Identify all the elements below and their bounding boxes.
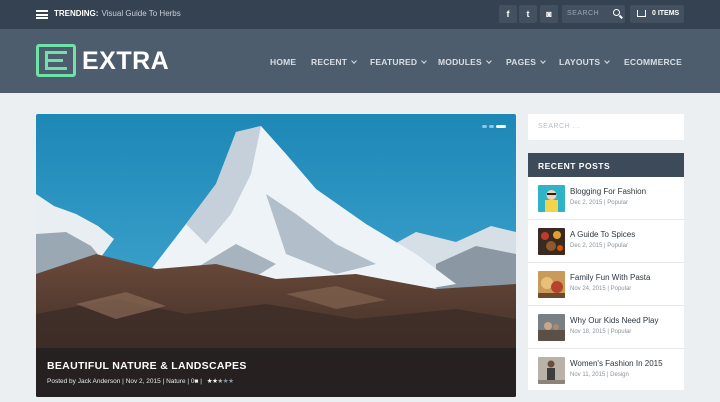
chevron-down-icon (421, 58, 428, 64)
hero-author-link[interactable]: Jack Anderson (78, 378, 121, 385)
list-item[interactable]: Women's Fashion In 2015 Nov 11, 2015 | D… (528, 349, 684, 392)
nav-label: ECOMMERCE (624, 57, 682, 67)
nav-item-recent[interactable]: RECENT (311, 57, 357, 67)
slider-dot-active[interactable] (496, 125, 506, 128)
hero-caption: BEAUTIFUL NATURE & LANDSCAPES Posted by … (36, 348, 516, 397)
list-item[interactable]: Family Fun With Pasta Nov 24, 2015 | Pop… (528, 263, 684, 306)
facebook-icon[interactable]: f (499, 5, 517, 23)
post-thumbnail[interactable] (538, 228, 565, 255)
top-search-placeholder: SEARCH (567, 10, 600, 17)
post-thumbnail[interactable] (538, 357, 565, 384)
logo-icon[interactable] (36, 44, 76, 77)
comment-icon: ■ (194, 378, 199, 385)
nav-label: PAGES (506, 57, 537, 67)
hero-date: Nov 2, 2015 (125, 378, 161, 385)
post-meta: Nov 18, 2015 | Popular (570, 329, 632, 335)
recent-posts-list: Blogging For Fashion Dec 2, 2015 | Popul… (528, 177, 684, 390)
sidebar-search-input[interactable]: SEARCH ... (528, 114, 684, 140)
nav-item-ecommerce[interactable]: ECOMMERCE (624, 57, 682, 67)
featured-slider[interactable]: BEAUTIFUL NATURE & LANDSCAPES Posted by … (36, 114, 516, 397)
nav-label: HOME (270, 57, 297, 67)
list-item[interactable]: A Guide To Spices Dec 2, 2015 | Popular (528, 220, 684, 263)
menu-icon[interactable] (36, 10, 48, 19)
cart-button[interactable]: 0 ITEMS (630, 5, 684, 23)
post-meta: Dec 2, 2015 | Popular (570, 200, 628, 206)
nav-label: FEATURED (370, 57, 418, 67)
logo-text[interactable]: EXTRA (82, 47, 169, 76)
top-bar: TRENDING: Visual Guide To Herbs f t ◙ SEA… (0, 0, 720, 29)
slider-dot[interactable] (482, 125, 487, 128)
chevron-down-icon (604, 58, 611, 64)
chevron-down-icon (486, 58, 492, 64)
nav-label: RECENT (311, 57, 348, 67)
main-header: EXTRA HOME RECENT FEATURED MODULES PAGES… (0, 29, 720, 93)
instagram-icon[interactable]: ◙ (540, 5, 558, 23)
hero-title[interactable]: BEAUTIFUL NATURE & LANDSCAPES (47, 360, 247, 372)
cart-icon (637, 10, 646, 17)
trending-link[interactable]: Visual Guide To Herbs (101, 9, 180, 18)
list-item[interactable]: Blogging For Fashion Dec 2, 2015 | Popul… (528, 177, 684, 220)
search-icon[interactable] (613, 9, 620, 16)
star-half-icon: ★ (217, 378, 223, 385)
recent-posts-heading: RECENT POSTS (528, 153, 684, 177)
hero-meta: Posted by Jack Anderson | Nov 2, 2015 | … (47, 377, 234, 385)
trending-label: TRENDING: (54, 9, 99, 18)
post-thumbnail[interactable] (538, 185, 565, 212)
nav-item-home[interactable]: HOME (270, 57, 296, 67)
post-title[interactable]: A Guide To Spices (570, 230, 635, 239)
chevron-down-icon (540, 58, 546, 64)
slider-dot[interactable] (489, 125, 494, 128)
sidebar-search-placeholder: SEARCH ... (538, 123, 580, 130)
nav-item-modules[interactable]: MODULES (438, 57, 492, 67)
post-meta: Dec 2, 2015 | Popular (570, 243, 628, 249)
post-title[interactable]: Blogging For Fashion (570, 187, 646, 196)
post-title[interactable]: Family Fun With Pasta (570, 273, 650, 282)
nav-label: LAYOUTS (559, 57, 601, 67)
nav-label: MODULES (438, 57, 482, 67)
chevron-down-icon (351, 58, 357, 64)
recent-posts-title: RECENT POSTS (538, 161, 611, 171)
post-thumbnail[interactable] (538, 314, 565, 341)
hero-category-link[interactable]: Nature (166, 378, 186, 385)
list-item[interactable]: Why Our Kids Need Play Nov 18, 2015 | Po… (528, 306, 684, 349)
post-title[interactable]: Women's Fashion In 2015 (570, 359, 663, 368)
meta-prefix: Posted by (47, 378, 76, 385)
nav-item-layouts[interactable]: LAYOUTS (559, 57, 611, 67)
nav-item-pages[interactable]: PAGES (506, 57, 546, 67)
twitter-icon[interactable]: t (519, 5, 537, 23)
star-empty-icon: ★ (228, 378, 234, 385)
post-meta: Nov 24, 2015 | Popular (570, 286, 632, 292)
cart-count: 0 ITEMS (652, 10, 680, 17)
trending-ticker[interactable]: TRENDING: Visual Guide To Herbs (54, 9, 181, 18)
nav-item-featured[interactable]: FEATURED (370, 57, 428, 67)
post-thumbnail[interactable] (538, 271, 565, 298)
post-meta: Nov 11, 2015 | Design (570, 372, 629, 378)
top-search-input[interactable]: SEARCH (562, 5, 625, 23)
rating-stars: ★★★★★ (207, 377, 234, 385)
post-title[interactable]: Why Our Kids Need Play (570, 316, 658, 325)
